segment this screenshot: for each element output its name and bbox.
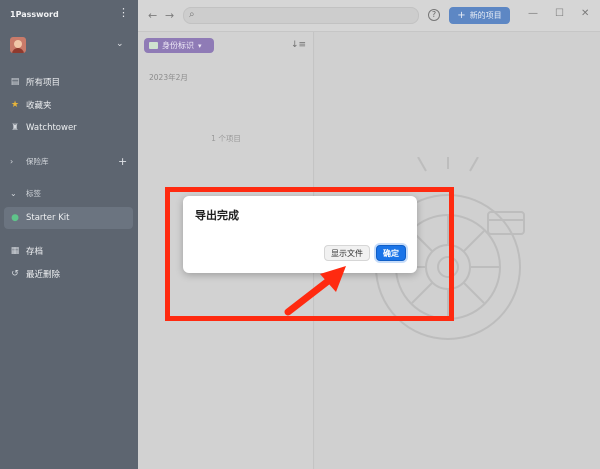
chip-label: 身份标识 <box>162 41 194 50</box>
sidebar-item-all-items[interactable]: ▤ 所有项目 <box>10 75 60 89</box>
add-vault-icon[interactable]: + <box>118 155 127 168</box>
archive-icon: ▦ <box>10 246 20 256</box>
tag-icon: ● <box>11 213 19 223</box>
annotation-arrow-icon <box>284 266 346 316</box>
sidebar-item-label: 收藏夹 <box>26 101 52 111</box>
star-icon: ★ <box>10 100 20 110</box>
item-count: 1 个项目 <box>211 134 241 143</box>
forward-arrow-icon[interactable]: → <box>165 9 174 22</box>
chevron-down-icon: ⌄ <box>10 188 17 198</box>
chevron-down-icon[interactable]: ⌄ <box>116 39 124 49</box>
sidebar-item-watchtower[interactable]: ♜ Watchtower <box>10 121 77 135</box>
app-title: 1Password <box>10 10 59 19</box>
sidebar: 1Password ⋮ ⌄ ▤ 所有项目 ★ 收藏夹 ♜ Watchtower … <box>0 0 138 469</box>
month-header: 2023年2月 <box>149 73 188 82</box>
vaults-label: 保险库 <box>26 156 49 166</box>
avatar-face <box>14 40 22 48</box>
tags-label: 标签 <box>26 188 41 198</box>
toolbar: ← → ⌕ ? + 新的项目 — ☐ ✕ <box>138 0 600 32</box>
close-icon[interactable]: ✕ <box>581 8 589 19</box>
sidebar-item-starter-kit[interactable]: ● Starter Kit <box>10 211 69 225</box>
sidebar-item-label: 所有项目 <box>26 78 61 88</box>
maximize-icon[interactable]: ☐ <box>555 8 564 19</box>
more-options-icon[interactable]: ⋮ <box>118 7 129 18</box>
sidebar-item-label: Watchtower <box>26 123 77 133</box>
plus-icon: + <box>457 10 466 21</box>
sidebar-item-label: 存档 <box>26 247 44 257</box>
search-icon: ⌕ <box>189 9 195 20</box>
watchtower-icon: ♜ <box>10 123 20 133</box>
tags-section[interactable]: ⌄ 标签 <box>10 187 41 199</box>
sidebar-item-recently-deleted[interactable]: ↺ 最近删除 <box>10 267 60 281</box>
identity-icon <box>149 42 158 49</box>
vaults-section[interactable]: › 保险库 <box>10 155 49 167</box>
avatar[interactable] <box>10 37 26 53</box>
avatar-body <box>12 48 24 53</box>
sidebar-item-label: 最近删除 <box>26 270 61 280</box>
chevron-right-icon: › <box>10 156 14 166</box>
new-item-label: 新的项目 <box>469 11 502 20</box>
sidebar-item-archive[interactable]: ▦ 存档 <box>10 244 43 258</box>
category-filter-chip[interactable]: 身份标识 ▾ <box>144 38 214 53</box>
sidebar-item-label: Starter Kit <box>26 213 70 223</box>
new-item-button[interactable]: + 新的项目 <box>449 7 510 24</box>
help-icon[interactable]: ? <box>428 9 440 21</box>
chevron-down-icon: ▾ <box>198 41 202 50</box>
all-items-icon: ▤ <box>10 77 20 87</box>
sidebar-item-favorites[interactable]: ★ 收藏夹 <box>10 98 52 112</box>
search-input[interactable]: ⌕ <box>183 7 419 24</box>
history-icon: ↺ <box>11 269 19 279</box>
sort-icon[interactable]: ↓≡ <box>291 40 306 50</box>
minimize-icon[interactable]: — <box>528 8 538 19</box>
back-arrow-icon[interactable]: ← <box>148 9 157 22</box>
